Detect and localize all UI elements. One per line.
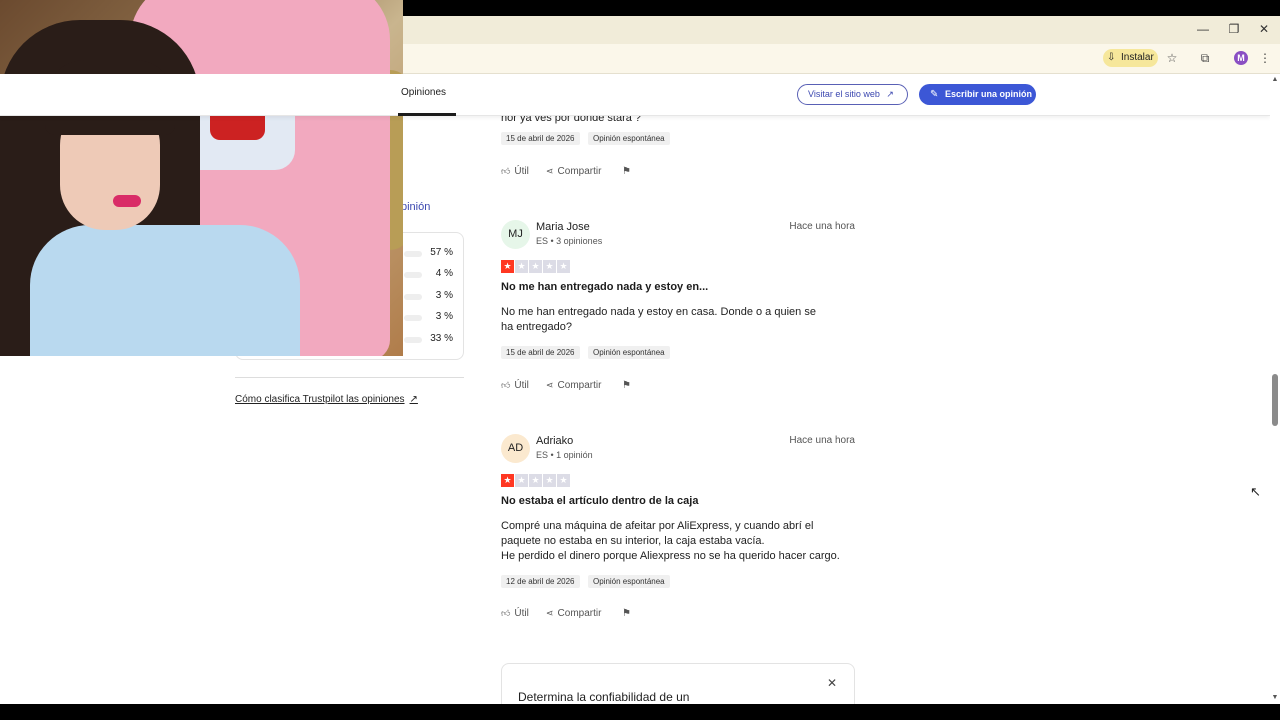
review-actions: 👍︎ Útil ⋖ Compartir ⚑ — [501, 380, 641, 392]
distribution-percent: 3 % — [435, 311, 453, 322]
thumbs-up-icon: 👍︎ — [501, 608, 511, 618]
star-icon: ★ — [543, 260, 556, 273]
review-actions: 👍︎ Útil ⋖ Compartir ⚑ — [501, 608, 641, 620]
write-label: Escribir una opinión — [945, 89, 1033, 99]
review-date: 12 de abril de 2026 — [501, 575, 580, 588]
mouse-cursor-icon: ↖ — [1250, 484, 1261, 499]
close-icon[interactable]: ✕ — [827, 676, 837, 690]
review-actions: 👍︎ Útil ⋖ Compartir ⚑ — [501, 166, 641, 178]
review-body-line: He perdido el dinero porque Aliexpress n… — [501, 550, 840, 562]
useful-button[interactable]: 👍︎ Útil — [501, 608, 529, 619]
useful-button[interactable]: 👍︎ Útil — [501, 166, 529, 177]
review-title[interactable]: No me han entregado nada y estoy en... — [501, 281, 708, 293]
puzzle-icon[interactable]: ⧉ — [1197, 50, 1213, 66]
review-card: AD Adriako ES • 1 opinión Hace una hora … — [501, 434, 855, 634]
scroll-down-icon[interactable]: ▼ — [1271, 694, 1279, 701]
webcam-overlay — [0, 0, 403, 356]
review-body-line: No me han entregado nada y estoy en casa… — [501, 306, 816, 318]
thumbs-up-icon: 👍︎ — [501, 380, 511, 390]
bookmark-star-icon[interactable]: ☆ — [1164, 50, 1180, 66]
trust-link-label: Cómo clasifica Trustpilot las opiniones — [235, 394, 405, 405]
trustpilot-ranking-link[interactable]: Cómo clasifica Trustpilot las opiniones ↗ — [235, 394, 418, 405]
bottom-black-bar — [0, 704, 1280, 720]
avatar[interactable]: AD — [501, 434, 530, 463]
install-app-button[interactable]: ⇩ Instalar — [1103, 49, 1158, 67]
star-icon: ★ — [501, 474, 514, 487]
thumbs-up-icon: 👍︎ — [501, 166, 511, 176]
close-icon[interactable]: ✕ — [1254, 21, 1274, 37]
pencil-icon: ✎ — [930, 89, 939, 100]
flag-icon[interactable]: ⚑ — [622, 608, 631, 619]
review-date: 15 de abril de 2026 — [501, 132, 580, 145]
sticky-sub-header: Opiniones Visitar el sitio web ↗ ✎ Escri… — [0, 74, 1270, 116]
star-icon: ★ — [557, 474, 570, 487]
person-shirt — [30, 225, 300, 356]
trust-info-card: Determina la confiabilidad de un ✕ — [501, 663, 855, 704]
reviewer-meta: ES • 1 opinión — [536, 450, 593, 460]
flag-icon[interactable]: ⚑ — [622, 166, 631, 177]
install-icon: ⇩ — [1107, 52, 1116, 63]
minimize-icon[interactable]: — — [1193, 21, 1213, 37]
star-icon: ★ — [529, 474, 542, 487]
share-icon: ⋖ — [546, 166, 554, 176]
share-button[interactable]: ⋖ Compartir — [546, 166, 601, 177]
reviewer-name[interactable]: Maria Jose — [536, 221, 590, 233]
review-tag: Opinión espontánea — [588, 346, 670, 359]
star-icon: ★ — [515, 474, 528, 487]
star-icon: ★ — [557, 260, 570, 273]
review-body: No me han entregado nada y estoy en casa… — [501, 305, 846, 335]
star-icon: ★ — [515, 260, 528, 273]
review-time: Hace una hora — [789, 221, 855, 232]
write-opinion-link[interactable]: pinión — [401, 201, 430, 213]
divider — [235, 377, 464, 378]
distribution-percent: 3 % — [435, 290, 453, 301]
card-title: Determina la confiabilidad de un — [518, 690, 690, 704]
scrollbar-thumb[interactable] — [1272, 374, 1278, 426]
distribution-percent: 33 % — [430, 333, 453, 344]
install-label: Instalar — [1121, 52, 1154, 63]
reviewer-name[interactable]: Adriako — [536, 435, 573, 447]
external-link-icon: ↗ — [886, 89, 894, 99]
review-title[interactable]: No estaba el artículo dentro de la caja — [501, 495, 698, 507]
review-tag: Opinión espontánea — [588, 575, 670, 588]
star-icon: ★ — [529, 260, 542, 273]
review-body-line: ha entregado? — [501, 321, 572, 333]
star-rating: ★ ★ ★ ★ ★ — [501, 474, 570, 487]
write-review-button[interactable]: ✎ Escribir una opinión — [919, 84, 1036, 105]
visit-label: Visitar el sitio web — [808, 89, 880, 99]
profile-avatar[interactable]: M — [1234, 51, 1248, 65]
useful-button[interactable]: 👍︎ Útil — [501, 380, 529, 391]
review-card: MJ Maria Jose ES • 3 opiniones Hace una … — [501, 220, 855, 400]
star-icon: ★ — [501, 260, 514, 273]
review-body: Compré una máquina de afeitar por AliExp… — [501, 519, 855, 564]
person-lips — [113, 195, 141, 207]
scroll-up-icon[interactable]: ▲ — [1271, 76, 1279, 83]
tab-opiniones[interactable]: Opiniones — [401, 87, 446, 98]
distribution-percent: 57 % — [430, 247, 453, 258]
reviewer-meta: ES • 3 opiniones — [536, 236, 603, 246]
kebab-menu-icon[interactable]: ⋮ — [1257, 50, 1273, 66]
share-button[interactable]: ⋖ Compartir — [546, 608, 601, 619]
share-button[interactable]: ⋖ Compartir — [546, 380, 601, 391]
restore-icon[interactable]: ❐ — [1224, 21, 1244, 37]
review-time: Hace una hora — [789, 435, 855, 446]
distribution-percent: 4 % — [435, 268, 453, 279]
review-body-line: paquete no estaba en su interior, la caj… — [501, 535, 765, 547]
star-icon: ★ — [543, 474, 556, 487]
tab-active-indicator — [398, 113, 456, 116]
review-body-line: Compré una máquina de afeitar por AliExp… — [501, 520, 814, 532]
review-date: 15 de abril de 2026 — [501, 346, 580, 359]
external-link-icon: ↗ — [409, 394, 418, 405]
visit-website-button[interactable]: Visitar el sitio web ↗ — [797, 84, 908, 105]
review-tag: Opinión espontánea — [588, 132, 670, 145]
flag-icon[interactable]: ⚑ — [622, 380, 631, 391]
share-icon: ⋖ — [546, 608, 554, 618]
share-icon: ⋖ — [546, 380, 554, 390]
avatar[interactable]: MJ — [501, 220, 530, 249]
star-rating: ★ ★ ★ ★ ★ — [501, 260, 570, 273]
